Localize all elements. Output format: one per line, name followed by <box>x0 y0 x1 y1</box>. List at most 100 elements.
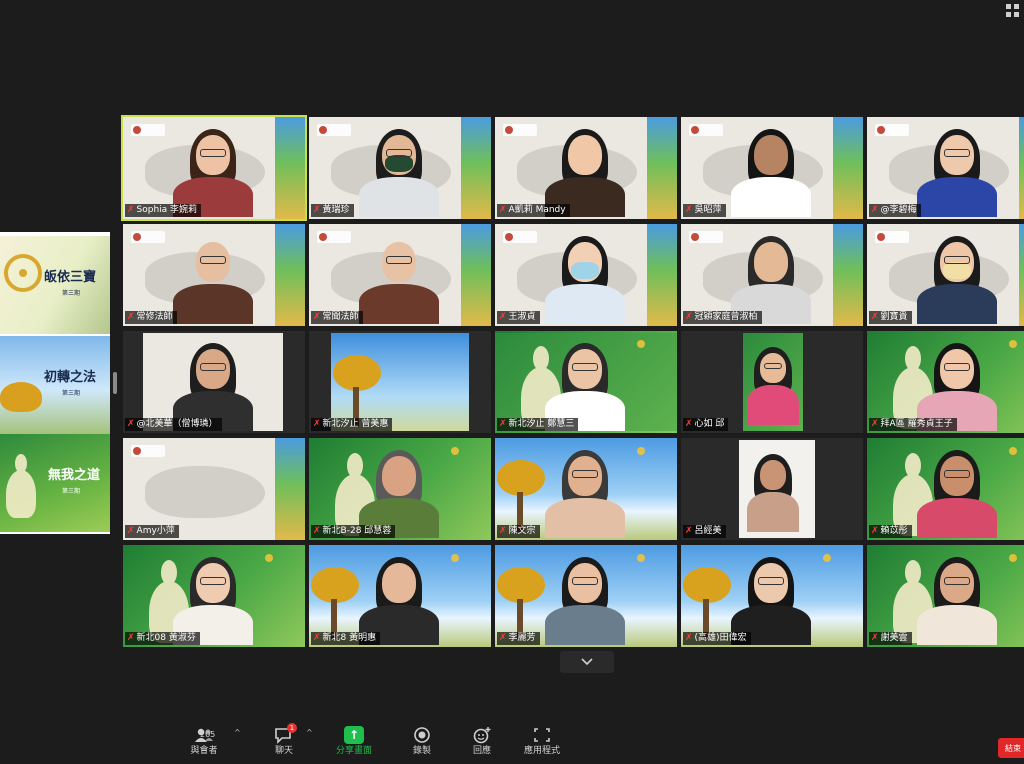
participant-video-tile[interactable]: ✗ 心如 邱 <box>681 331 863 433</box>
participant-video-tile[interactable]: ✗ 王淑貞 <box>495 224 677 326</box>
slide-thumbnail: 皈依三寶 第三期 <box>0 236 110 334</box>
reactions-button[interactable]: 回應 <box>454 726 510 757</box>
chevron-down-icon <box>581 658 593 666</box>
participant-video-tile[interactable]: ✗ Sophia 李婉莉 <box>123 117 305 219</box>
participant-video-tile[interactable]: ✗ 陳文宗 <box>495 438 677 540</box>
mic-muted-icon: ✗ <box>127 419 135 429</box>
participant-video-tile[interactable]: ✗ 呂經美 <box>681 438 863 540</box>
mic-muted-icon: ✗ <box>871 526 879 536</box>
participant-video-tile[interactable]: ✗ (高雄)田偉宏 <box>681 545 863 647</box>
participant-name-tag: ✗ 新北汐止 鄭慧三 <box>497 418 579 431</box>
dharma-wheel-icon <box>4 254 42 292</box>
tree-icon <box>333 355 381 427</box>
share-screen-icon <box>344 726 364 744</box>
participant-video-tile[interactable]: ✗ 常聞法師 <box>309 224 491 326</box>
slide-thumbnail: 初轉之法 第三期 <box>0 336 110 434</box>
participant-video-tile[interactable]: ✗ 冠穎家庭曾淑柏 <box>681 224 863 326</box>
participant-name-tag: ✗ Amy小萍 <box>125 525 179 538</box>
mic-muted-icon: ✗ <box>685 633 693 643</box>
mic-muted-icon: ✗ <box>313 312 321 322</box>
slide-tag: 第三期 <box>62 488 81 495</box>
caret-up-icon[interactable]: ^ <box>234 728 241 737</box>
participant-video-tile[interactable]: ✗ 吳昭萍 <box>681 117 863 219</box>
participant-name: 新北汐止 鄭慧三 <box>508 419 575 429</box>
mic-muted-icon: ✗ <box>499 312 507 322</box>
participants-label: 與會者 <box>190 746 218 756</box>
gallery-view-icon[interactable] <box>1006 4 1020 18</box>
participant-video-tile[interactable]: ✗ 新北08 黃淑芬 <box>123 545 305 647</box>
participant-name-tag: ✗ (高雄)田偉宏 <box>683 632 751 645</box>
end-meeting-button[interactable]: 結束 <box>998 738 1024 758</box>
share-screen-label: 分享畫面 <box>335 746 372 756</box>
buddha-icon <box>6 453 36 518</box>
participant-name-tag: ✗ 吳昭萍 <box>683 204 726 217</box>
chat-button[interactable]: 1 聊天 <box>256 723 312 757</box>
participant-video-tile[interactable]: ✗ 新北B-28 邱慧蓉 <box>309 438 491 540</box>
mic-muted-icon: ✗ <box>127 633 135 643</box>
participant-name: 冠穎家庭曾淑柏 <box>694 312 758 322</box>
participant-video-tile[interactable]: ✗ 劉寶貴 <box>867 224 1024 326</box>
participant-video-tile[interactable]: ✗ 謝美雲 <box>867 545 1024 647</box>
participant-name: 拜A區 羅秀貞王子 <box>880 419 953 429</box>
participant-video-tile[interactable]: ✗ 新北8 黃明惠 <box>309 545 491 647</box>
participant-name: 常修法師 <box>136 312 173 322</box>
participant-video-tile[interactable]: ✗ 李麗芳 <box>495 545 677 647</box>
mic-muted-icon: ✗ <box>313 633 321 643</box>
participant-name-tag: ✗ @李碧梅 <box>869 204 921 217</box>
logo-icon <box>131 445 165 457</box>
meeting-toolbar: 205 與會者 ^ 1 聊天 ^ 分享畫面 錄製 回應 應用程式 <box>0 720 1024 764</box>
record-label: 錄製 <box>412 746 431 756</box>
reactions-icon <box>472 726 492 744</box>
mic-muted-icon: ✗ <box>499 633 507 643</box>
participants-button[interactable]: 205 與會者 <box>176 726 232 757</box>
participant-name-tag: ✗ 王淑貞 <box>497 311 540 324</box>
participant-video-tile[interactable]: ✗ 新北汐止 鄭慧三 <box>495 331 677 433</box>
share-screen-button[interactable]: 分享畫面 <box>326 726 382 757</box>
reactions-label: 回應 <box>472 746 491 756</box>
participant-name: A凱莉 Mandy <box>508 205 566 215</box>
participant-video-tile[interactable]: ✗ 新北汐止 曾美惠 <box>309 331 491 433</box>
participant-video-tile[interactable]: ✗ @李碧梅 <box>867 117 1024 219</box>
slide-title: 無我之道 <box>48 468 101 483</box>
participant-video-tile[interactable]: ✗ 拜A區 羅秀貞王子 <box>867 331 1024 433</box>
participant-video-tile[interactable]: ✗ @北美華（僧博璘） <box>123 331 305 433</box>
mic-muted-icon: ✗ <box>127 526 135 536</box>
participant-name: 心如 邱 <box>694 419 725 429</box>
participant-name-tag: ✗ 李麗芳 <box>497 632 540 645</box>
participant-name: Amy小萍 <box>136 526 175 536</box>
participant-name-tag: ✗ 黃瑞珍 <box>311 204 354 217</box>
mic-muted-icon: ✗ <box>313 526 321 536</box>
participant-video-tile[interactable]: ✗ 常修法師 <box>123 224 305 326</box>
record-button[interactable]: 錄製 <box>394 726 450 757</box>
participant-name: 王淑貞 <box>508 312 536 322</box>
view-button[interactable]: 應用程式 <box>514 726 570 757</box>
apps-icon <box>532 726 552 744</box>
chat-badge: 1 <box>287 723 297 733</box>
participant-video-tile[interactable]: ✗ Amy小萍 <box>123 438 305 540</box>
participant-name-tag: ✗ 拜A區 羅秀貞王子 <box>869 418 957 431</box>
show-more-button[interactable] <box>560 651 614 673</box>
mic-muted-icon: ✗ <box>127 312 135 322</box>
split-handle[interactable] <box>113 372 117 394</box>
participant-name-tag: ✗ 心如 邱 <box>683 418 729 431</box>
participant-name-tag: ✗ 冠穎家庭曾淑柏 <box>683 311 762 324</box>
participant-name: 常聞法師 <box>322 312 359 322</box>
participant-name: 新北B-28 邱慧蓉 <box>322 526 392 536</box>
participant-name-tag: ✗ 新北汐止 曾美惠 <box>311 418 393 431</box>
participant-name-tag: ✗ 謝美雲 <box>869 632 912 645</box>
participant-video-tile[interactable]: ✗ A凱莉 Mandy <box>495 117 677 219</box>
participant-name: 陳文宗 <box>508 526 536 536</box>
video-feed <box>331 333 469 431</box>
caret-up-icon[interactable]: ^ <box>306 728 313 737</box>
participant-video-tile[interactable]: ✗ 黃瑞珍 <box>309 117 491 219</box>
slide-title: 皈依三寶 <box>44 270 97 285</box>
participant-name: 新北8 黃明惠 <box>322 633 377 643</box>
mic-muted-icon: ✗ <box>313 205 321 215</box>
participant-name-tag: ✗ A凱莉 Mandy <box>497 204 570 217</box>
mic-muted-icon: ✗ <box>313 419 321 429</box>
participant-video-tile[interactable]: ✗ 賴苡彤 <box>867 438 1024 540</box>
end-meeting-label: 結束 <box>1005 743 1021 753</box>
mic-muted-icon: ✗ <box>685 312 693 322</box>
participant-name-tag: ✗ 新北8 黃明惠 <box>311 632 381 645</box>
shared-content-strip: 皈依三寶 第三期 初轉之法 第三期 無我之道 第三期 <box>0 232 110 534</box>
